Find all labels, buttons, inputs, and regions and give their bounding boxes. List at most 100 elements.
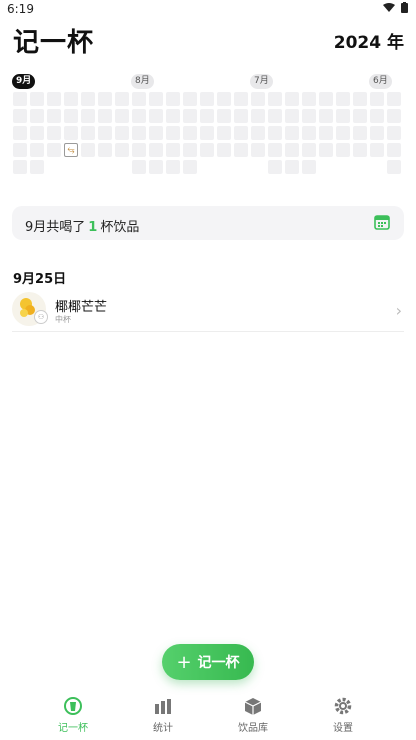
calendar-day-cell[interactable]	[285, 126, 299, 140]
calendar-day-cell[interactable]	[268, 109, 282, 123]
calendar-day-cell[interactable]	[47, 109, 61, 123]
calendar-day-cell[interactable]	[132, 109, 146, 123]
calendar-day-cell[interactable]	[251, 126, 265, 140]
calendar-day-cell[interactable]	[370, 92, 384, 106]
calendar-day-cell[interactable]	[251, 143, 265, 157]
calendar-day-cell[interactable]	[251, 92, 265, 106]
calendar-day-cell[interactable]	[285, 109, 299, 123]
calendar-day-cell[interactable]	[47, 126, 61, 140]
calendar-day-cell[interactable]	[81, 126, 95, 140]
calendar-day-cell[interactable]	[319, 143, 333, 157]
calendar-day-cell[interactable]	[387, 143, 401, 157]
calendar-day-cell[interactable]	[268, 92, 282, 106]
calendar-day-cell[interactable]	[166, 160, 180, 174]
calendar-day-cell[interactable]	[30, 143, 44, 157]
calendar-day-cell[interactable]	[370, 143, 384, 157]
calendar-day-cell[interactable]	[183, 109, 197, 123]
calendar-day-cell[interactable]	[64, 126, 78, 140]
calendar-day-cell[interactable]	[268, 126, 282, 140]
calendar-day-cell[interactable]	[149, 126, 163, 140]
calendar-day-cell[interactable]	[30, 126, 44, 140]
calendar-day-cell[interactable]	[98, 143, 112, 157]
calendar-day-cell[interactable]	[234, 109, 248, 123]
calendar-day-cell[interactable]	[234, 143, 248, 157]
calendar-day-cell[interactable]	[302, 160, 316, 174]
calendar-day-cell[interactable]	[200, 109, 214, 123]
tab-stats[interactable]: 统计	[123, 696, 203, 734]
calendar-day-cell[interactable]	[302, 143, 316, 157]
month-badge-aug[interactable]: 8月	[131, 74, 154, 89]
tab-library[interactable]: 饮品库	[213, 696, 293, 734]
drink-cup-icon[interactable]: ⥃	[64, 143, 78, 157]
calendar-day-cell[interactable]	[81, 109, 95, 123]
calendar-day-cell[interactable]	[387, 109, 401, 123]
year-selector[interactable]: 2024 年	[334, 28, 404, 53]
calendar-day-cell[interactable]	[30, 92, 44, 106]
calendar-day-cell[interactable]	[251, 109, 265, 123]
calendar-day-cell[interactable]	[183, 92, 197, 106]
calendar-day-cell[interactable]	[115, 92, 129, 106]
calendar-day-cell[interactable]	[353, 126, 367, 140]
calendar-day-cell[interactable]	[132, 92, 146, 106]
add-drink-button[interactable]: + 记一杯	[162, 644, 254, 680]
calendar-day-cell[interactable]	[98, 92, 112, 106]
calendar-day-cell[interactable]	[98, 109, 112, 123]
calendar-day-cell[interactable]	[217, 92, 231, 106]
drink-record-item[interactable]: ⚇ 椰椰芒芒 中杯 ›	[12, 290, 404, 332]
calendar-day-cell[interactable]	[115, 143, 129, 157]
calendar-day-cell[interactable]	[387, 160, 401, 174]
calendar-day-cell[interactable]	[353, 143, 367, 157]
calendar-day-cell[interactable]	[353, 92, 367, 106]
calendar-day-cell[interactable]	[370, 109, 384, 123]
tab-settings[interactable]: 设置	[303, 696, 383, 734]
calendar-day-cell[interactable]	[183, 160, 197, 174]
calendar-day-cell[interactable]	[336, 92, 350, 106]
monthly-summary[interactable]: 9月共喝了 1 杯饮品	[12, 206, 404, 240]
calendar-day-cell[interactable]	[47, 92, 61, 106]
calendar-day-cell[interactable]	[13, 126, 27, 140]
calendar-day-cell[interactable]	[30, 109, 44, 123]
calendar-day-cell[interactable]	[132, 143, 146, 157]
calendar-day-cell[interactable]	[319, 109, 333, 123]
calendar-day-cell[interactable]	[149, 109, 163, 123]
calendar-day-cell[interactable]	[13, 160, 27, 174]
calendar-day-cell[interactable]	[302, 109, 316, 123]
calendar-day-cell[interactable]	[285, 92, 299, 106]
calendar-day-cell[interactable]	[217, 109, 231, 123]
calendar-day-cell[interactable]	[200, 143, 214, 157]
calendar-day-cell[interactable]	[234, 92, 248, 106]
calendar-day-cell[interactable]	[64, 92, 78, 106]
calendar-day-cell[interactable]	[166, 92, 180, 106]
calendar-day-cell[interactable]	[132, 126, 146, 140]
calendar-day-cell[interactable]	[13, 92, 27, 106]
calendar-day-cell[interactable]	[166, 126, 180, 140]
calendar-day-cell[interactable]	[98, 126, 112, 140]
calendar-day-cell[interactable]	[336, 143, 350, 157]
calendar-day-cell[interactable]	[132, 160, 146, 174]
calendar-day-cell[interactable]	[64, 109, 78, 123]
calendar-day-cell[interactable]	[387, 126, 401, 140]
calendar-day-cell[interactable]	[200, 126, 214, 140]
calendar-day-cell[interactable]	[234, 126, 248, 140]
calendar-day-cell[interactable]	[302, 92, 316, 106]
calendar-day-cell[interactable]	[115, 109, 129, 123]
calendar-day-cell[interactable]	[200, 92, 214, 106]
calendar-day-cell[interactable]	[285, 160, 299, 174]
calendar-day-cell[interactable]	[47, 143, 61, 157]
calendar-day-cell[interactable]	[81, 143, 95, 157]
calendar-day-cell[interactable]	[149, 92, 163, 106]
calendar-day-cell[interactable]	[183, 126, 197, 140]
calendar-day-cell[interactable]	[217, 143, 231, 157]
month-badge-sep[interactable]: 9月	[12, 74, 36, 89]
calendar-day-cell[interactable]	[353, 109, 367, 123]
calendar-day-cell[interactable]	[166, 109, 180, 123]
calendar-day-cell[interactable]	[149, 160, 163, 174]
calendar-day-cell[interactable]	[370, 126, 384, 140]
calendar-day-cell[interactable]	[217, 126, 231, 140]
calendar-day-cell[interactable]	[13, 109, 27, 123]
month-badge-jul[interactable]: 7月	[250, 74, 273, 89]
calendar-day-cell[interactable]	[166, 143, 180, 157]
calendar-day-cell[interactable]	[319, 126, 333, 140]
calendar-day-cell[interactable]	[268, 143, 282, 157]
calendar-day-cell[interactable]	[319, 92, 333, 106]
